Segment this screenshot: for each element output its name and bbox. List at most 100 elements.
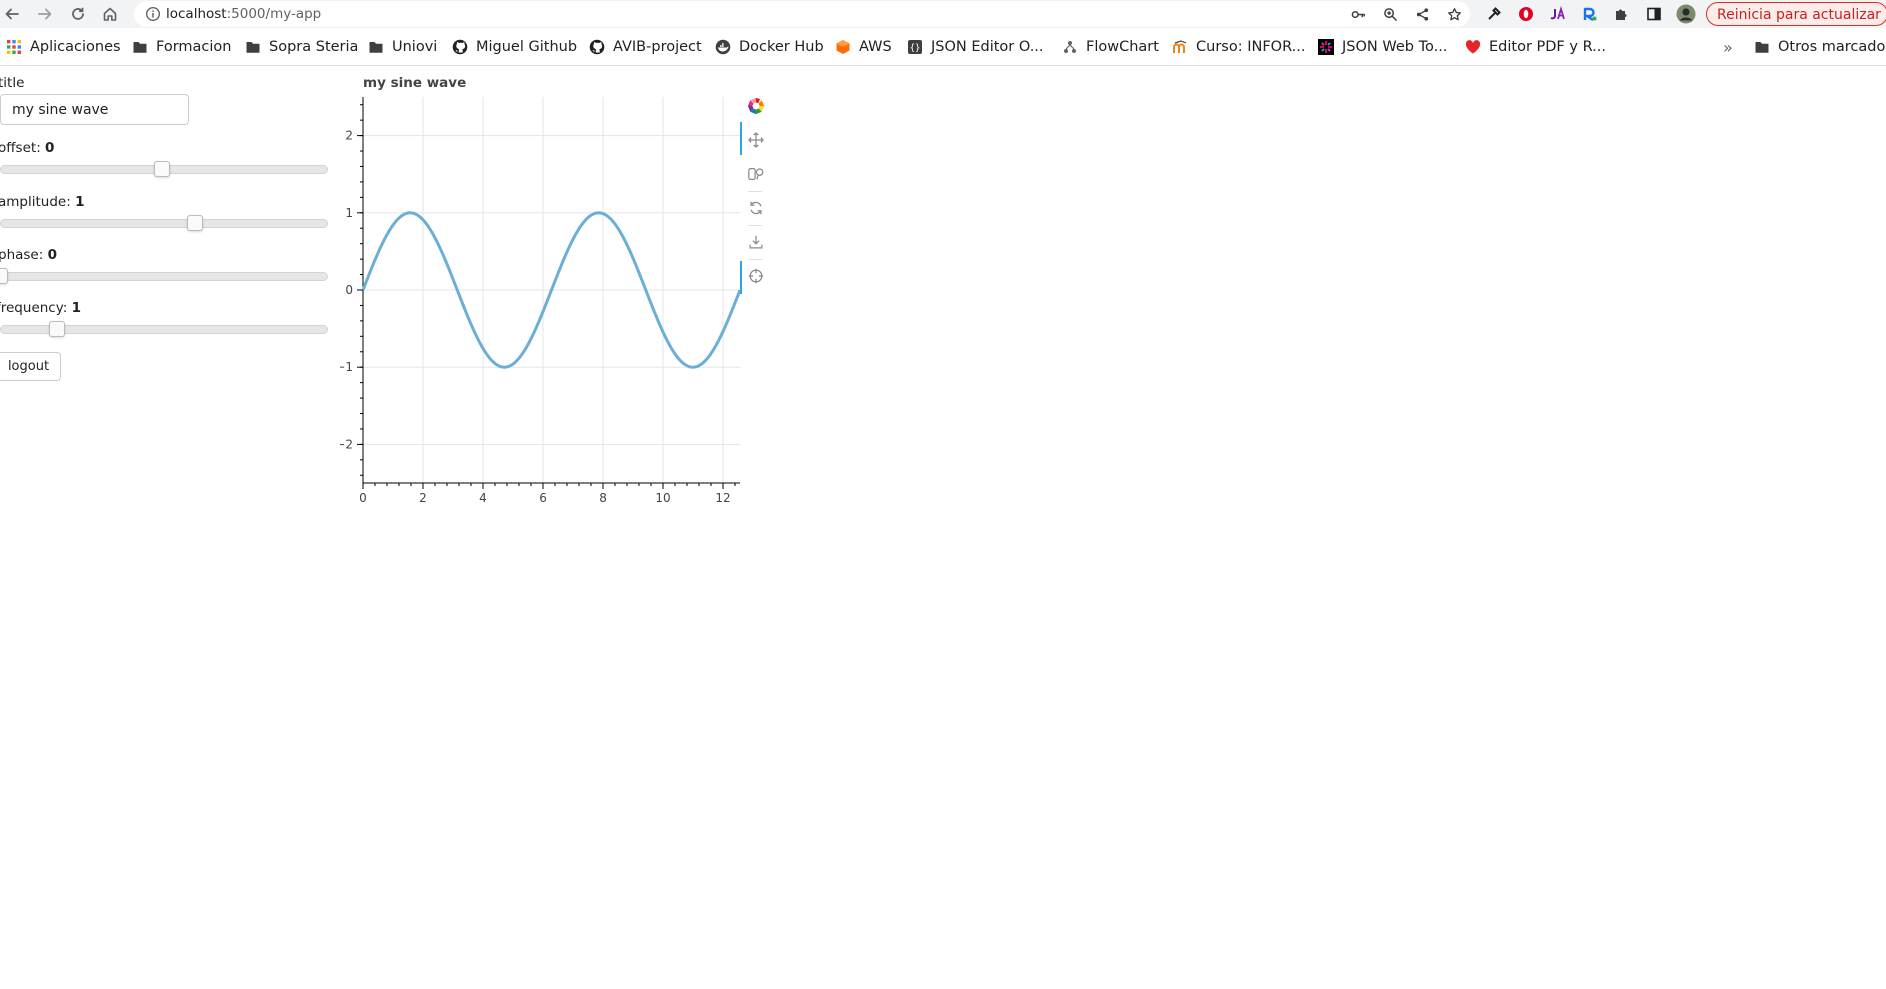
bookmark-label: JSON Web To... bbox=[1342, 39, 1448, 55]
toolbar-separator bbox=[748, 259, 762, 260]
restart-update-button[interactable]: Reinicia para actualizar bbox=[1706, 2, 1886, 26]
logout-button[interactable]: logout bbox=[0, 352, 61, 381]
bookmark-label: Curso: INFOR... bbox=[1196, 39, 1306, 55]
bookmark-json-editor[interactable]: {} JSON Editor O... bbox=[907, 37, 1044, 57]
box-zoom-icon bbox=[748, 167, 764, 181]
hover-active-indicator bbox=[740, 261, 742, 294]
side-panel-button[interactable] bbox=[1644, 4, 1664, 24]
folder-icon bbox=[132, 39, 148, 55]
password-key-button[interactable] bbox=[1349, 5, 1367, 23]
save-tool-button[interactable] bbox=[746, 232, 766, 252]
offset-slider-handle[interactable] bbox=[154, 161, 170, 177]
extension-blue-button[interactable] bbox=[1580, 4, 1600, 24]
bookmark-json-web-token[interactable]: JSON Web To... bbox=[1318, 37, 1447, 57]
phase-label-text: phase bbox=[0, 247, 39, 263]
bookmark-editor-pdf[interactable]: Editor PDF y R... bbox=[1465, 37, 1606, 57]
bookmark-miguel-github[interactable]: Miguel Github bbox=[452, 37, 577, 57]
bookmark-label: Miguel Github bbox=[476, 39, 578, 55]
title-input[interactable] bbox=[0, 94, 189, 125]
hover-icon bbox=[748, 268, 764, 284]
arrow-right-icon bbox=[38, 8, 52, 20]
bookmark-label: Sopra Steria bbox=[269, 39, 359, 55]
pdf-heart-icon bbox=[1465, 39, 1481, 55]
extensions-button[interactable] bbox=[1612, 4, 1632, 24]
bookmark-sopra-steria[interactable]: Sopra Steria bbox=[245, 37, 358, 57]
address-bar[interactable]: localhost:5000/my-app bbox=[134, 1, 1470, 27]
frequency-slider-handle[interactable] bbox=[49, 321, 65, 337]
zoom-icon bbox=[1383, 7, 1397, 21]
hover-tool-button[interactable] bbox=[746, 266, 766, 286]
reload-button[interactable] bbox=[68, 4, 88, 24]
x-tick-label: 12 bbox=[715, 491, 730, 505]
zoom-button[interactable] bbox=[1381, 5, 1399, 23]
site-info-icon[interactable] bbox=[145, 6, 161, 22]
bookmark-avib-project[interactable]: AVIB-project bbox=[589, 37, 702, 57]
key-icon bbox=[1351, 10, 1365, 18]
amplitude-label-text: amplitude bbox=[0, 194, 67, 210]
toolbar-separator bbox=[748, 225, 762, 226]
bookmark-uniovi[interactable]: Uniovi bbox=[368, 37, 437, 57]
more-bookmarks-button[interactable]: » bbox=[1723, 37, 1733, 57]
bookmark-flowchart[interactable]: FlowChart bbox=[1062, 37, 1159, 57]
folder-icon bbox=[245, 39, 261, 55]
bookmark-formacion[interactable]: Formacion bbox=[132, 37, 231, 57]
x-tick-label: 2 bbox=[419, 491, 427, 505]
ja-logo-icon bbox=[1550, 6, 1565, 20]
avatar-icon bbox=[1676, 4, 1696, 24]
frequency-value: 1 bbox=[71, 300, 81, 316]
plot-title: my sine wave bbox=[363, 75, 467, 91]
share-icon bbox=[1416, 7, 1428, 21]
phase-slider-handle[interactable] bbox=[0, 268, 8, 284]
phase-value: 0 bbox=[47, 247, 57, 263]
x-tick-label: 4 bbox=[479, 491, 487, 505]
bookmark-star-button[interactable] bbox=[1445, 5, 1463, 23]
chevron-double-right-icon: » bbox=[1723, 37, 1733, 57]
box-zoom-tool-button[interactable] bbox=[746, 164, 766, 184]
pan-tool-button[interactable] bbox=[746, 130, 766, 150]
apps-grid-icon bbox=[6, 39, 22, 55]
json-editor-icon: {} bbox=[907, 39, 923, 55]
amplitude-slider-track[interactable] bbox=[0, 219, 328, 228]
bookmark-label: Formacion bbox=[156, 39, 232, 55]
svg-text:{}: {} bbox=[910, 44, 921, 54]
bookmark-label: Uniovi bbox=[392, 39, 438, 55]
bookmark-curso-infor[interactable]: Curso: INFOR... bbox=[1172, 37, 1305, 57]
bookmark-label: Editor PDF y R... bbox=[1489, 39, 1606, 55]
eyedropper-icon bbox=[1488, 7, 1501, 20]
extension-ja-button[interactable] bbox=[1548, 4, 1568, 24]
amplitude-label: amplitude: 1 bbox=[0, 194, 85, 210]
extension-eyedropper-button[interactable] bbox=[1484, 4, 1504, 24]
amplitude-slider-handle[interactable] bbox=[187, 215, 203, 231]
folder-icon bbox=[368, 39, 384, 55]
bookmark-docker-hub[interactable]: Docker Hub bbox=[715, 37, 824, 57]
extension-opera-button[interactable] bbox=[1516, 4, 1536, 24]
bookmark-label: FlowChart bbox=[1086, 39, 1159, 55]
y-tick-label: −1 bbox=[340, 360, 353, 374]
share-button[interactable] bbox=[1413, 5, 1431, 23]
bookmark-label: Docker Hub bbox=[739, 39, 824, 55]
sine-wave-plot[interactable]: 0 2 4 6 8 10 12210−1−2 bbox=[340, 90, 740, 520]
bookmark-aws[interactable]: AWS bbox=[835, 37, 892, 57]
reset-icon bbox=[750, 201, 762, 215]
phase-slider-track[interactable] bbox=[0, 272, 328, 281]
bookmark-aplicaciones[interactable]: Aplicaciones bbox=[6, 37, 121, 57]
forward-button[interactable] bbox=[35, 4, 55, 24]
pan-active-indicator bbox=[740, 122, 742, 155]
blue-r-logo-icon bbox=[1583, 7, 1597, 21]
reset-tool-button[interactable] bbox=[746, 198, 766, 218]
url-path: :5000/my-app bbox=[226, 6, 322, 22]
bokeh-logo-link[interactable] bbox=[746, 96, 766, 116]
offset-label-text: offset bbox=[0, 140, 37, 156]
offset-value: 0 bbox=[45, 140, 55, 156]
frequency-label: frequency: 1 bbox=[0, 300, 81, 316]
folder-icon bbox=[1754, 39, 1770, 55]
x-tick-label: 8 bbox=[599, 491, 607, 505]
frequency-label-text: frequency bbox=[0, 300, 63, 316]
other-bookmarks-folder[interactable]: Otros marcadores bbox=[1754, 37, 1886, 57]
back-button[interactable] bbox=[2, 4, 22, 24]
profile-avatar-button[interactable] bbox=[1676, 4, 1696, 24]
home-button[interactable] bbox=[100, 4, 120, 24]
toolbar-separator bbox=[748, 191, 762, 192]
url-text[interactable]: localhost:5000/my-app bbox=[166, 6, 321, 22]
y-tick-label: 2 bbox=[345, 129, 353, 143]
